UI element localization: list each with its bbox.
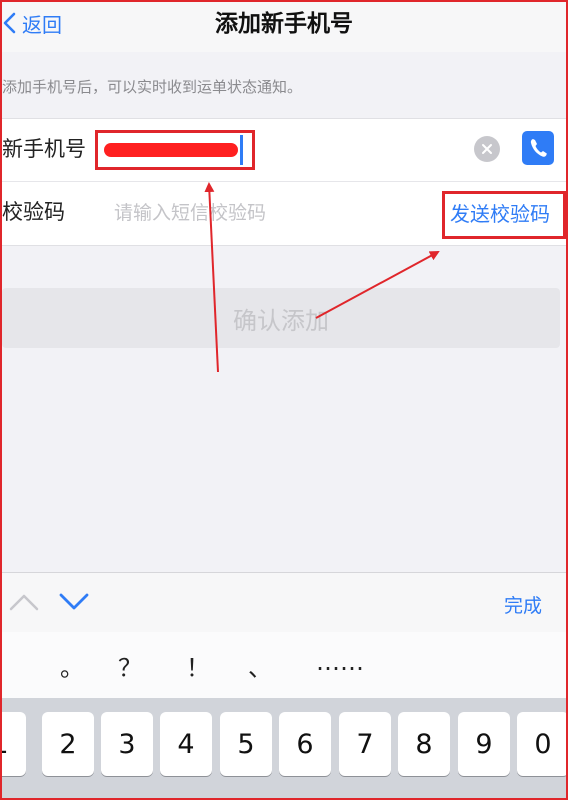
phone-icon bbox=[530, 139, 547, 157]
done-button[interactable]: 完成 bbox=[504, 591, 542, 618]
punctuation-key[interactable]: 。 bbox=[60, 648, 84, 683]
phone-label: 新手机号 bbox=[2, 137, 86, 161]
code-input[interactable] bbox=[114, 196, 414, 230]
key-digit[interactable]: 1 bbox=[0, 712, 26, 776]
punctuation-key[interactable]: 、 bbox=[248, 648, 272, 683]
nav-bar: 返回 添加新手机号 bbox=[0, 0, 568, 52]
punctuation-key[interactable]: …… bbox=[316, 648, 364, 676]
chevron-up-icon[interactable] bbox=[8, 589, 40, 615]
hint-text: 添加手机号后，可以实时收到运单状态通知。 bbox=[2, 78, 303, 96]
confirm-add-button[interactable]: 确认添加 bbox=[2, 288, 560, 348]
page-title: 添加新手机号 bbox=[215, 11, 353, 37]
key-digit[interactable]: 6 bbox=[279, 712, 331, 776]
code-label: 校验码 bbox=[2, 200, 65, 224]
key-digit[interactable]: 0 bbox=[517, 712, 568, 776]
send-code-highlight-box bbox=[442, 191, 566, 239]
key-digit[interactable]: 9 bbox=[458, 712, 510, 776]
key-digit[interactable]: 8 bbox=[398, 712, 450, 776]
keyboard-toolbar: 完成 bbox=[0, 572, 568, 633]
punctuation-key[interactable]: ！ bbox=[186, 648, 210, 683]
contacts-button[interactable] bbox=[522, 131, 554, 165]
phone-highlight-box bbox=[95, 130, 255, 170]
key-digit[interactable]: 3 bbox=[101, 712, 153, 776]
chevron-down-icon[interactable] bbox=[58, 589, 90, 615]
key-digit[interactable]: 7 bbox=[339, 712, 391, 776]
key-digit[interactable]: 2 bbox=[42, 712, 94, 776]
phone-row: 新手机号 bbox=[0, 119, 568, 181]
punctuation-bar: 。 ？ ！ 、 …… bbox=[0, 632, 568, 698]
close-icon bbox=[482, 144, 492, 154]
key-digit[interactable]: 5 bbox=[220, 712, 272, 776]
clear-input-button[interactable] bbox=[474, 136, 500, 162]
key-digit[interactable]: 4 bbox=[160, 712, 212, 776]
number-keyboard: 1 2 3 4 5 6 7 8 9 0 bbox=[0, 698, 568, 800]
punctuation-key[interactable]: ？ bbox=[118, 648, 142, 683]
